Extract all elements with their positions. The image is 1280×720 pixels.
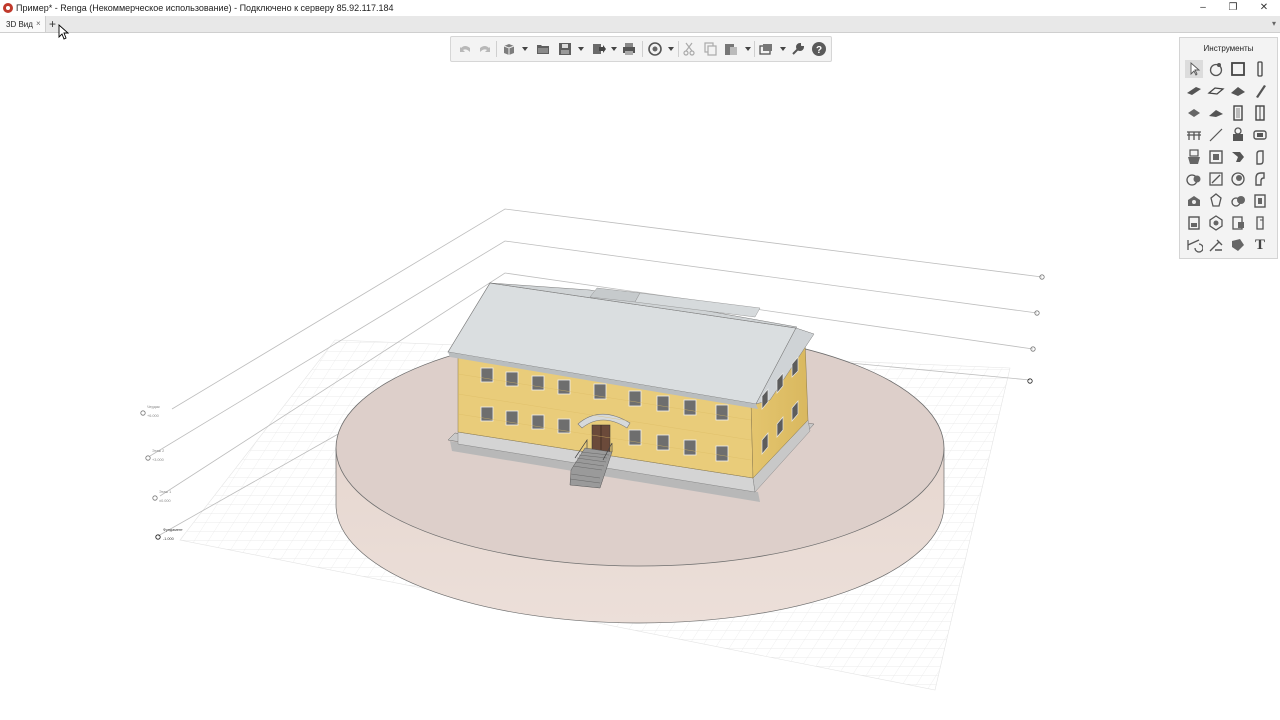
svg-text:?: ? [816,45,822,56]
floor-tool-icon[interactable] [1185,104,1203,122]
minimize-button[interactable]: ‒ [1188,0,1218,16]
level-elevation: +6.000 [147,414,159,418]
close-window-button[interactable]: ✕ [1249,0,1279,16]
settings-wrench-icon[interactable] [790,41,806,57]
dimension-tool-icon[interactable] [1185,236,1203,254]
level-label: Этаж 2 +3.000 [145,449,164,462]
tab-list-chevron-icon[interactable]: ▾ [1272,19,1276,28]
cabinet-tool-icon[interactable] [1185,214,1203,232]
pipe-tool-icon[interactable] [1251,148,1269,166]
title-bar: Пример* - Renga (Некоммерческое использо… [0,0,1280,16]
wall-tool-icon[interactable] [1185,82,1203,100]
level-name: Фундамент [163,528,183,532]
tab-3d-view[interactable]: 3D Вид × [0,16,46,32]
window-title: Пример* - Renga (Некоммерческое использо… [16,3,394,13]
tab-bar: 3D Вид × + ▾ [0,16,1280,33]
copy-icon[interactable] [702,41,718,57]
assembly-tool-icon[interactable] [1207,214,1225,232]
level-label: Чердак +6.000 [140,405,160,418]
print-icon[interactable] [621,41,637,57]
orbit-icon[interactable] [647,41,663,57]
slab-tool-icon[interactable] [1207,82,1225,100]
mouse-cursor-icon [58,24,70,40]
save-icon[interactable] [557,41,573,57]
view-cube-icon[interactable] [501,41,517,57]
level-label: Этаж 1 ±0.000 [152,490,171,503]
route-tool-icon[interactable] [1207,170,1225,188]
add-tab-button[interactable]: + [49,17,56,31]
mechanical-equipment-tool-icon[interactable] [1185,192,1203,210]
layers-dropdown-chevron-icon[interactable] [780,47,786,51]
column-tool-icon[interactable] [1251,60,1269,78]
restore-button[interactable]: ❐ [1218,0,1248,16]
electrical-device-tool-icon[interactable] [1229,192,1247,210]
undo-icon[interactable] [457,41,473,57]
lighting-fixture-tool-icon[interactable] [1207,192,1225,210]
ramp-tool-icon[interactable] [1207,104,1225,122]
orbit-dropdown-chevron-icon[interactable] [668,47,674,51]
tab-label: 3D Вид [6,20,33,29]
export-dropdown-chevron-icon[interactable] [611,47,617,51]
export-icon[interactable] [591,41,607,57]
paste-icon[interactable] [723,41,739,57]
save-dropdown-chevron-icon[interactable] [578,47,584,51]
level-name: Чердак [147,405,160,409]
level-elevation: ±0.000 [159,499,171,503]
line-tool-icon[interactable] [1207,126,1225,144]
paste-dropdown-chevron-icon[interactable] [745,47,751,51]
beam-tool-icon[interactable] [1251,82,1269,100]
level-elevation: -1.000 [163,537,174,541]
cut-icon[interactable] [681,41,697,57]
select-tool-icon[interactable] [1185,60,1203,78]
drawing-tool-icon[interactable] [1229,214,1247,232]
railing-tool-icon[interactable] [1185,126,1203,144]
view-dropdown-chevron-icon[interactable] [522,47,528,51]
equipment-tool-icon[interactable] [1229,126,1247,144]
opening-tool-icon[interactable] [1251,126,1269,144]
element-tool-icon[interactable] [1207,148,1225,166]
electric-panel-tool-icon[interactable] [1251,192,1269,210]
redo-icon[interactable] [477,41,493,57]
help-icon[interactable]: ? [811,41,827,57]
level-name: Этаж 2 [152,449,164,453]
text-tool-icon[interactable]: T [1251,236,1269,254]
pipe-fitting-tool-icon[interactable] [1229,170,1247,188]
window-tool-icon[interactable] [1251,104,1269,122]
plumbing-fixture-tool-icon[interactable] [1185,148,1203,166]
sheet-tool-icon[interactable] [1251,214,1269,232]
plate-tool-icon[interactable] [1229,148,1247,166]
level-elevation: +3.000 [152,458,164,462]
duct-tool-icon[interactable] [1185,170,1203,188]
door-tool-icon[interactable] [1229,104,1247,122]
open-folder-icon[interactable] [535,41,551,57]
hatch-tool-icon[interactable] [1229,236,1247,254]
tab-close-icon[interactable]: × [36,19,41,28]
level-mark-tool-icon[interactable] [1207,236,1225,254]
tools-panel: Инструменты T [1179,37,1278,259]
level-markers-right [1027,274,1045,384]
room-tool-icon[interactable] [1229,60,1247,78]
level-name: Этаж 1 [159,490,171,494]
roof-tool-icon[interactable] [1229,82,1247,100]
duct-fitting-tool-icon[interactable] [1251,170,1269,188]
main-toolbar: ? [450,36,832,62]
renga-app-icon [3,3,13,13]
axis-tool-icon[interactable] [1207,60,1225,78]
tools-panel-title: Инструменты [1203,44,1254,53]
3d-viewport[interactable]: Чердак +6.000 Этаж 2 +3.000 Этаж 1 ±0.00… [0,32,1280,720]
layers-icon[interactable] [758,41,774,57]
